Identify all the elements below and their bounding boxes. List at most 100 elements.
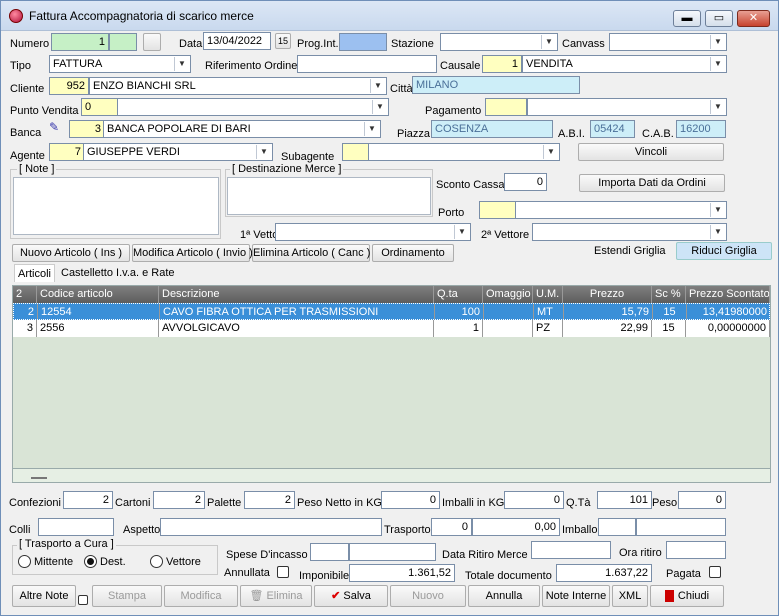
causale-code-field[interactable]: 1 xyxy=(482,55,522,73)
palette-field[interactable]: 2 xyxy=(244,491,295,509)
altre-note-button[interactable]: Altre Note xyxy=(12,585,76,607)
trasporto-field-1[interactable]: 0 xyxy=(431,518,472,536)
pv-select[interactable]: ▼ xyxy=(117,98,389,116)
pagata-checkbox[interactable] xyxy=(709,566,721,578)
col-header[interactable]: Sc % xyxy=(652,286,686,303)
note-textarea[interactable] xyxy=(13,177,219,235)
agente-code-field[interactable]: 7 xyxy=(49,143,85,161)
col-header[interactable]: Q.ta xyxy=(434,286,483,303)
porto-select[interactable]: ▼ xyxy=(515,201,727,219)
estendi-griglia-link[interactable]: Estendi Griglia xyxy=(594,245,666,257)
dest-textarea[interactable] xyxy=(227,177,431,215)
elimina-articolo-button[interactable]: Elimina Articolo ( Canc ) xyxy=(252,244,370,262)
riduci-griglia-button[interactable]: Riduci Griglia xyxy=(676,242,772,260)
tipo-select[interactable]: FATTURA ▼ xyxy=(49,55,191,73)
causale-select[interactable]: VENDITA ▼ xyxy=(522,55,727,73)
spese-incasso-field-1[interactable] xyxy=(310,543,349,561)
chevron-down-icon[interactable]: ▼ xyxy=(454,225,469,239)
mittente-radio[interactable] xyxy=(18,555,31,568)
ordinamento-button[interactable]: Ordinamento xyxy=(372,244,454,262)
salva-button[interactable]: ✔ Salva xyxy=(314,585,388,607)
pagamento-select[interactable]: ▼ xyxy=(527,98,727,116)
chevron-down-icon[interactable]: ▼ xyxy=(710,225,725,239)
numero-field[interactable]: 1 xyxy=(51,33,109,51)
confezioni-field[interactable]: 2 xyxy=(63,491,113,509)
table-row[interactable]: 3 2556 AVVOLGICAVO 1 PZ 22,99 15 0,00000… xyxy=(13,320,770,337)
maximize-button[interactable]: ▭ xyxy=(705,10,733,27)
col-header[interactable]: Prezzo xyxy=(563,286,652,303)
pagamento-code-field[interactable] xyxy=(485,98,527,116)
pencil-icon[interactable]: ✎ xyxy=(49,120,63,134)
tab-articoli[interactable]: Articoli xyxy=(14,264,56,282)
chiudi-button[interactable]: Chiudi xyxy=(650,585,724,607)
col-header[interactable]: Omaggio xyxy=(483,286,533,303)
note-interne-button[interactable]: Note Interne xyxy=(542,585,610,607)
progint-field[interactable] xyxy=(339,33,387,51)
dest-radio[interactable] xyxy=(84,555,97,568)
vettore2-select[interactable]: ▼ xyxy=(532,223,727,241)
trasporto-field-2[interactable]: 0,00 xyxy=(472,518,560,536)
spese-incasso-field-2[interactable] xyxy=(349,543,436,561)
chevron-down-icon[interactable]: ▼ xyxy=(372,100,387,114)
altre-note-checkbox[interactable] xyxy=(78,595,88,605)
vincoli-button[interactable]: Vincoli xyxy=(578,143,724,161)
ora-ritiro-field[interactable] xyxy=(666,541,726,559)
chevron-down-icon[interactable]: ▼ xyxy=(541,35,556,49)
peso-field[interactable]: 0 xyxy=(678,491,726,509)
data-field[interactable]: 13/04/2022 xyxy=(203,32,271,50)
col-header[interactable]: 2 xyxy=(13,286,37,303)
canvass-select[interactable]: ▼ xyxy=(609,33,727,51)
cliente-select[interactable]: ENZO BIANCHI SRL ▼ xyxy=(89,77,387,95)
chevron-down-icon[interactable]: ▼ xyxy=(710,57,725,71)
banca-code-field[interactable]: 3 xyxy=(69,120,105,138)
banca-select[interactable]: BANCA POPOLARE DI BARI ▼ xyxy=(103,120,381,138)
modifica-button[interactable]: Modifica xyxy=(164,585,238,607)
elimina-button[interactable]: 🗑 Elimina xyxy=(240,585,312,607)
ritiro-field[interactable] xyxy=(531,541,611,559)
subagente-select[interactable]: ▼ xyxy=(368,143,560,161)
rif-ordine-field[interactable] xyxy=(297,55,437,73)
porto-code-field[interactable] xyxy=(479,201,517,219)
nuovo-button[interactable]: Nuovo xyxy=(390,585,466,607)
calendar-icon[interactable]: 15 xyxy=(275,33,291,49)
vettore-radio[interactable] xyxy=(150,555,163,568)
col-header[interactable]: Codice articolo xyxy=(37,286,159,303)
cliente-code-field[interactable]: 952 xyxy=(49,77,89,95)
annullata-checkbox[interactable] xyxy=(277,566,289,578)
col-header[interactable]: Prezzo Scontato xyxy=(686,286,770,303)
xml-button[interactable]: XML xyxy=(612,585,648,607)
tab-castelletto[interactable]: Castelletto I.v.a. e Rate xyxy=(58,264,178,282)
chevron-down-icon[interactable]: ▼ xyxy=(174,57,189,71)
close-button[interactable]: ✕ xyxy=(737,10,770,27)
sconto-cassa-field[interactable]: 0 xyxy=(504,173,547,191)
nuovo-articolo-button[interactable]: Nuovo Articolo ( Ins ) xyxy=(12,244,130,262)
stampa-button[interactable]: Stampa xyxy=(92,585,162,607)
modifica-articolo-button[interactable]: Modifica Articolo ( Invio ) xyxy=(132,244,253,262)
imballi-field[interactable]: 0 xyxy=(504,491,564,509)
annulla-button[interactable]: Annulla xyxy=(468,585,540,607)
chevron-down-icon[interactable]: ▼ xyxy=(370,79,385,93)
peso-netto-field[interactable]: 0 xyxy=(381,491,440,509)
importa-ordini-button[interactable]: Importa Dati da Ordini xyxy=(579,174,725,192)
colli-field[interactable] xyxy=(38,518,114,536)
aspetto-field[interactable] xyxy=(160,518,382,536)
chevron-down-icon[interactable]: ▼ xyxy=(364,122,379,136)
col-header[interactable]: U.M. xyxy=(533,286,563,303)
chevron-down-icon[interactable]: ▼ xyxy=(710,203,725,217)
subagente-code-field[interactable] xyxy=(342,143,370,161)
chevron-down-icon[interactable]: ▼ xyxy=(543,145,558,159)
table-row[interactable]: 2 12554 CAVO FIBRA OTTICA PER TRASMISSIO… xyxy=(13,303,770,320)
chevron-down-icon[interactable]: ▼ xyxy=(710,35,725,49)
cartoni-field[interactable]: 2 xyxy=(153,491,205,509)
col-header[interactable]: Descrizione xyxy=(159,286,434,303)
pv-code-field[interactable]: 0 xyxy=(81,98,119,116)
vettore1-select[interactable]: ▼ xyxy=(275,223,471,241)
imballo-field-1[interactable] xyxy=(598,518,636,536)
imballo-field-2[interactable] xyxy=(636,518,726,536)
minimize-button[interactable]: ▬ xyxy=(673,10,701,27)
scrollbar-thumb[interactable] xyxy=(31,477,47,479)
agente-select[interactable]: GIUSEPPE VERDI ▼ xyxy=(83,143,273,161)
chevron-down-icon[interactable]: ▼ xyxy=(710,100,725,114)
chevron-down-icon[interactable]: ▼ xyxy=(256,145,271,159)
stazione-select[interactable]: ▼ xyxy=(440,33,558,51)
